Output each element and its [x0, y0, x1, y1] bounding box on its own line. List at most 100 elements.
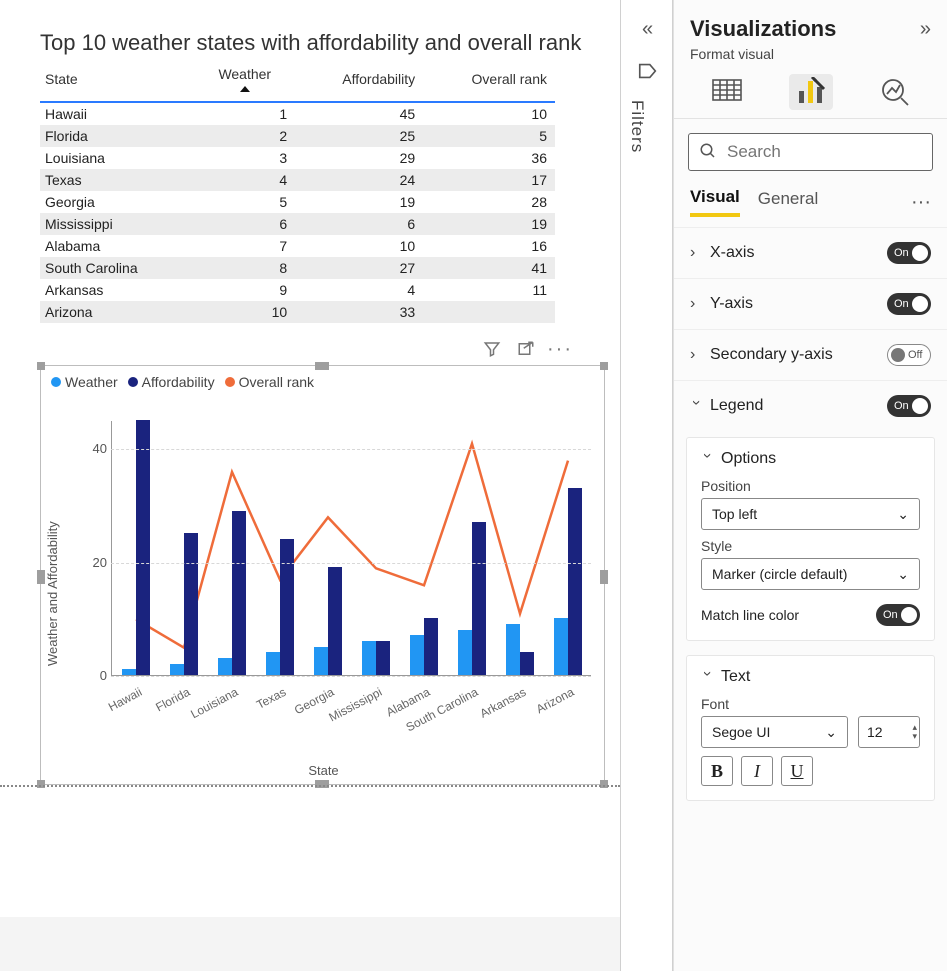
table-cell: 19	[295, 191, 423, 213]
more-options-icon[interactable]: ···	[550, 339, 570, 359]
legend-item[interactable]: Weather	[51, 374, 118, 390]
toggle-y-axis[interactable]: On	[887, 293, 931, 315]
table-cell: 6	[295, 213, 423, 235]
chart-visual[interactable]: WeatherAffordabilityOverall rank Weather…	[40, 365, 605, 785]
resize-handle[interactable]	[37, 362, 45, 370]
bar[interactable]	[184, 533, 198, 675]
legend-marker-icon	[128, 377, 138, 387]
section-y-axis[interactable]: ›Y-axis On	[674, 278, 947, 329]
build-visual-tab[interactable]	[705, 74, 749, 110]
bar[interactable]	[554, 618, 568, 675]
chevron-down-icon: ⌄	[897, 506, 909, 523]
chevron-down-icon[interactable]: ›	[698, 671, 716, 683]
legend-text-card: ›Text Font Segoe UI ⌄ 12 ▴▾ B I U	[686, 655, 935, 801]
toggle-x-axis[interactable]: On	[887, 242, 931, 264]
legend-item[interactable]: Affordability	[128, 374, 215, 390]
table-cell: 24	[295, 169, 423, 191]
section-label: Y-axis	[710, 295, 753, 313]
plot-area	[111, 421, 591, 676]
bar[interactable]	[122, 669, 136, 675]
table-cell: Louisiana	[40, 147, 197, 169]
toggle-secondary-y-axis[interactable]: Off	[887, 344, 931, 366]
line-series[interactable]	[136, 444, 568, 648]
table-row[interactable]: Florida2255	[40, 125, 555, 147]
table-row[interactable]: Georgia51928	[40, 191, 555, 213]
bar[interactable]	[472, 522, 486, 675]
bar[interactable]	[568, 488, 582, 675]
style-dropdown[interactable]: Marker (circle default) ⌄	[701, 558, 920, 590]
table-cell: 3	[197, 147, 295, 169]
column-header[interactable]: State	[40, 61, 197, 102]
focus-mode-icon[interactable]	[516, 339, 536, 359]
filter-icon[interactable]	[482, 339, 502, 359]
bar[interactable]	[410, 635, 424, 675]
bar[interactable]	[520, 652, 534, 675]
resize-handle[interactable]	[600, 570, 608, 584]
analytics-tab[interactable]	[873, 74, 917, 110]
bar[interactable]	[136, 420, 150, 675]
bar[interactable]	[232, 511, 246, 675]
font-dropdown[interactable]: Segoe UI ⌄	[701, 716, 848, 748]
bookmark-icon[interactable]	[621, 60, 674, 85]
bar[interactable]	[218, 658, 232, 675]
table-cell: 36	[423, 147, 555, 169]
legend-options-card: ›Options Position Top left ⌄ Style Marke…	[686, 437, 935, 641]
table-cell	[423, 301, 555, 323]
table-row[interactable]: Arkansas9411	[40, 279, 555, 301]
section-legend[interactable]: ›Legend On	[674, 380, 947, 431]
table-visual[interactable]: StateWeatherAffordabilityOverall rank Ha…	[40, 61, 555, 323]
table-cell: Arizona	[40, 301, 197, 323]
bar[interactable]	[280, 539, 294, 675]
table-cell: 10	[295, 235, 423, 257]
collapse-left-icon[interactable]: «	[621, 18, 674, 41]
bar[interactable]	[170, 664, 184, 675]
resize-handle[interactable]	[600, 362, 608, 370]
resize-handle[interactable]	[315, 362, 329, 370]
filters-label[interactable]: Filters	[627, 100, 647, 153]
x-axis-title: State	[41, 763, 606, 778]
table-row[interactable]: Alabama71016	[40, 235, 555, 257]
bar[interactable]	[506, 624, 520, 675]
font-size-stepper[interactable]: 12 ▴▾	[858, 716, 920, 748]
bar[interactable]	[266, 652, 280, 675]
table-row[interactable]: Hawaii14510	[40, 102, 555, 125]
resize-handle[interactable]	[37, 570, 45, 584]
legend-marker-icon	[225, 377, 235, 387]
more-options-icon[interactable]: ···	[911, 191, 931, 214]
gridline	[111, 676, 591, 677]
bar[interactable]	[376, 641, 390, 675]
spinner-icon[interactable]: ▴▾	[912, 723, 917, 741]
position-dropdown[interactable]: Top left ⌄	[701, 498, 920, 530]
column-header[interactable]: Overall rank	[423, 61, 555, 102]
bar[interactable]	[328, 567, 342, 675]
table-row[interactable]: Texas42417	[40, 169, 555, 191]
tab-general[interactable]: General	[758, 189, 818, 215]
expand-right-icon[interactable]: »	[920, 18, 931, 41]
chevron-down-icon[interactable]: ›	[698, 453, 716, 465]
legend-item[interactable]: Overall rank	[225, 374, 314, 390]
toggle-match-line-color[interactable]: On	[876, 604, 920, 626]
table-cell: Florida	[40, 125, 197, 147]
tab-visual[interactable]: Visual	[690, 187, 740, 217]
table-row[interactable]: Louisiana32936	[40, 147, 555, 169]
section-secondary-y-axis[interactable]: ›Secondary y-axis Off	[674, 329, 947, 380]
underline-button[interactable]: U	[781, 756, 813, 786]
bold-button[interactable]: B	[701, 756, 733, 786]
bar[interactable]	[362, 641, 376, 675]
table-row[interactable]: South Carolina82741	[40, 257, 555, 279]
bar[interactable]	[458, 630, 472, 675]
format-visual-tab[interactable]	[789, 74, 833, 110]
toggle-legend[interactable]: On	[887, 395, 931, 417]
legend-label: Weather	[65, 374, 118, 390]
table-row[interactable]: Mississippi6619	[40, 213, 555, 235]
search-input[interactable]	[688, 133, 933, 171]
column-header[interactable]: Affordability	[295, 61, 423, 102]
search-field[interactable]	[725, 141, 947, 163]
bar[interactable]	[424, 618, 438, 675]
legend-label: Overall rank	[239, 374, 314, 390]
table-row[interactable]: Arizona1033	[40, 301, 555, 323]
section-x-axis[interactable]: ›X-axis On	[674, 227, 947, 278]
column-header[interactable]: Weather	[197, 61, 295, 102]
italic-button[interactable]: I	[741, 756, 773, 786]
bar[interactable]	[314, 647, 328, 675]
